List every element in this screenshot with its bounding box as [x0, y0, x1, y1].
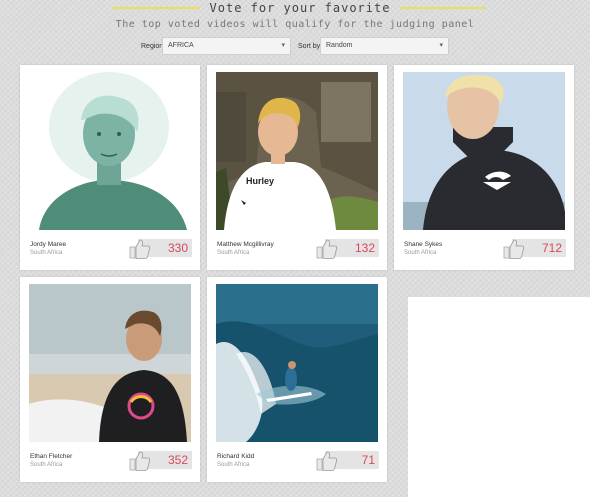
video-card[interactable]: Richard Kidd South Africa 71	[207, 277, 387, 482]
region-select-value: AFRICA	[168, 42, 194, 49]
title-decor-line-right	[400, 7, 486, 9]
surfer-country: South Africa	[404, 250, 437, 256]
video-card[interactable]: Ethan Fletcher South Africa 352	[20, 277, 200, 482]
vote-count: 712	[541, 241, 562, 255]
page-subtitle: The top voted videos will qualify for th…	[115, 19, 475, 30]
thumbs-up-icon[interactable]	[128, 237, 152, 261]
surfer-name[interactable]: Shane Sykes	[404, 241, 442, 248]
title-decor-line-left	[112, 7, 200, 9]
surfer-name[interactable]: Ethan Fletcher	[30, 453, 72, 460]
video-thumbnail[interactable]	[216, 284, 378, 442]
surfer-name[interactable]: Matthew Mcgillivray	[217, 241, 274, 248]
video-thumbnail[interactable]: Hurley	[216, 72, 378, 230]
vote-count: 330	[167, 241, 188, 255]
thumbs-up-icon[interactable]	[315, 237, 339, 261]
vote-count: 71	[361, 453, 375, 467]
vote-count: 352	[167, 453, 188, 467]
surfer-country: South Africa	[30, 250, 63, 256]
thumbs-up-icon[interactable]	[502, 237, 526, 261]
surfer-country: South Africa	[217, 250, 250, 256]
sort-select[interactable]: Random ▾	[320, 37, 449, 55]
surfer-country: South Africa	[217, 462, 250, 468]
vote-button[interactable]: 71	[315, 449, 379, 473]
vote-count: 132	[354, 241, 375, 255]
vote-button[interactable]: 132	[315, 237, 379, 261]
svg-text:Hurley: Hurley	[246, 176, 274, 186]
video-card[interactable]: Shane Sykes South Africa 712	[394, 65, 574, 270]
sort-label: Sort by	[298, 43, 321, 50]
video-card[interactable]: Hurley Matthew Mcgillivray South Africa …	[207, 65, 387, 270]
thumbs-up-icon[interactable]	[128, 449, 152, 473]
video-thumbnail[interactable]	[29, 72, 191, 230]
chevron-down-icon: ▾	[439, 42, 443, 49]
vote-button[interactable]: 352	[128, 449, 192, 473]
video-thumbnail[interactable]	[29, 284, 191, 442]
surfer-country: South Africa	[30, 462, 63, 468]
video-thumbnail[interactable]	[403, 72, 565, 230]
surfer-name[interactable]: Richard Kidd	[217, 453, 254, 460]
page-header: Vote for your favorite	[0, 0, 590, 16]
vote-button[interactable]: 712	[502, 237, 566, 261]
vote-button[interactable]: 330	[128, 237, 192, 261]
page-title: Vote for your favorite	[209, 1, 391, 15]
empty-panel	[408, 297, 590, 497]
sort-select-value: Random	[326, 42, 353, 49]
surfer-name[interactable]: Jordy Maree	[30, 241, 66, 248]
chevron-down-icon: ▾	[281, 42, 285, 49]
region-label: Region	[141, 43, 164, 50]
video-card[interactable]: Jordy Maree South Africa 330	[20, 65, 200, 270]
region-select[interactable]: AFRICA ▾	[162, 37, 291, 55]
thumbs-up-icon[interactable]	[315, 449, 339, 473]
